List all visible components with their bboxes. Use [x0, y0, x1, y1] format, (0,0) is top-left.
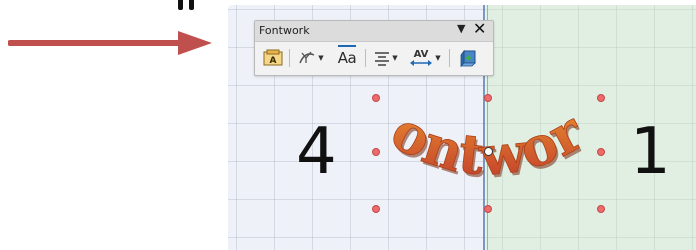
- pointer-arrow: [8, 31, 212, 55]
- toolbar-menu-icon[interactable]: ▼: [457, 22, 465, 35]
- fontwork-shape-icon: [299, 51, 315, 64]
- slide-number-right: 1: [630, 115, 671, 189]
- fontwork-gallery-button[interactable]: A: [261, 46, 285, 70]
- toolbar-separator: [289, 49, 290, 67]
- character-spacing-icon: AV: [410, 49, 433, 66]
- toggle-extrusion-button[interactable]: [455, 46, 481, 70]
- top-mark: [189, 0, 194, 10]
- toolbar-separator: [449, 49, 450, 67]
- selection-handle-bottom-right[interactable]: [597, 205, 605, 213]
- same-letter-heights-icon: Aa: [337, 45, 357, 67]
- close-icon[interactable]: ✕: [473, 19, 486, 38]
- chevron-down-icon: ▼: [392, 54, 398, 62]
- fontwork-toolbar-title: Fontwork: [259, 24, 310, 37]
- fontwork-gallery-icon: A: [263, 49, 283, 66]
- fontwork-toolbar-tools: A ▼ Aa ▼ AV ▼: [255, 43, 493, 73]
- same-letter-heights-button[interactable]: Aa: [333, 45, 361, 70]
- character-spacing-label: AV: [414, 49, 429, 60]
- extrusion-icon: [460, 49, 476, 67]
- selection-handle-top[interactable]: [484, 94, 492, 102]
- chevron-down-icon: ▼: [435, 54, 441, 62]
- top-edge-marks: [178, 0, 198, 12]
- fontwork-alignment-button[interactable]: ▼: [371, 46, 401, 70]
- selection-handle-top-left[interactable]: [372, 94, 380, 102]
- toolbar-separator: [365, 49, 366, 67]
- rotation-center-handle[interactable]: [484, 147, 493, 156]
- character-spacing-button[interactable]: AV ▼: [407, 46, 443, 70]
- fontwork-shape-button[interactable]: ▼: [295, 46, 327, 70]
- selection-handle-right[interactable]: [597, 148, 605, 156]
- fontwork-toolbar[interactable]: Fontwork ▼ ✕ A ▼ Aa ▼ AV ▼: [254, 19, 494, 76]
- fontwork-toolbar-titlebar[interactable]: Fontwork ▼ ✕: [255, 19, 493, 42]
- same-letter-heights-bar: [337, 45, 357, 47]
- slide-number-left: 4: [296, 115, 337, 189]
- selection-handle-bottom[interactable]: [484, 205, 492, 213]
- svg-text:A: A: [270, 56, 277, 66]
- selection-handle-bottom-left[interactable]: [372, 205, 380, 213]
- selection-handle-top-right[interactable]: [597, 94, 605, 102]
- same-letter-heights-label: Aa: [337, 49, 357, 67]
- top-mark: [178, 0, 183, 10]
- selection-handle-left[interactable]: [372, 148, 380, 156]
- chevron-down-icon: ▼: [318, 54, 324, 62]
- align-center-icon: [375, 52, 390, 66]
